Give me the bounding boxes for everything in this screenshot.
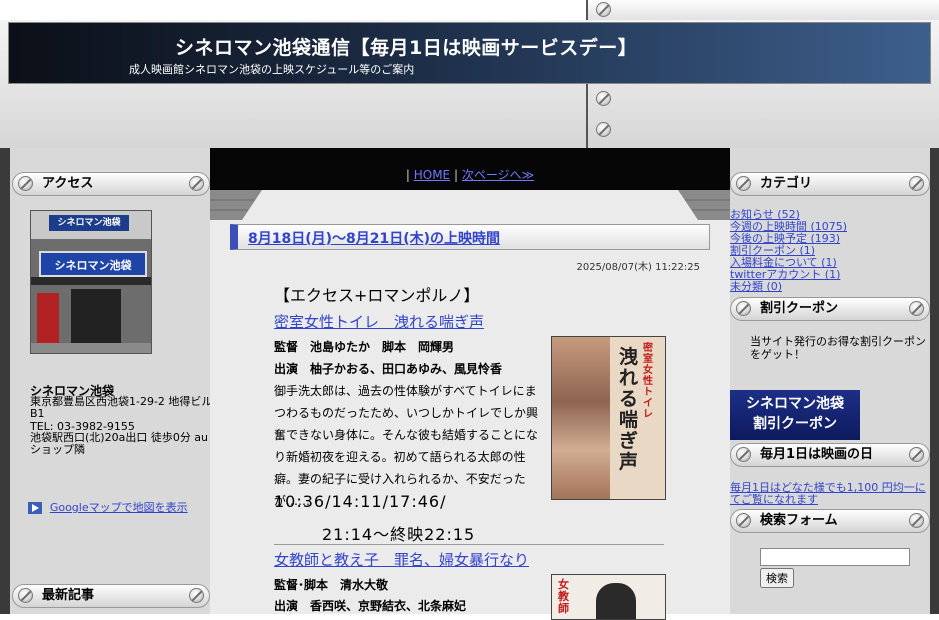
site-description: 成人映画館シネロマン池袋の上映スケジュール等のご案内 xyxy=(129,63,415,76)
site-title[interactable]: シネロマン池袋通信【毎月1日は映画サービスデー】 xyxy=(175,33,637,60)
screw-icon xyxy=(736,301,751,316)
screw-icon xyxy=(596,91,611,106)
film1-title-link[interactable]: 密室女性トイレ 洩れる喘ぎ声 xyxy=(274,311,484,332)
map-link-row: Googleマップで地図を表示 xyxy=(28,499,188,515)
access-widget-title: アクセス xyxy=(12,172,210,196)
movie-day-heading: 毎月1日は映画の日 xyxy=(760,447,874,462)
post-title-bar: 8月18日(月)～8月21日(木)の上映時間 xyxy=(230,224,710,250)
recent-posts-heading: 最新記事 xyxy=(42,588,95,603)
screw-icon xyxy=(18,176,33,191)
pager-nav: | HOME | 次ページへ≫ xyxy=(210,166,730,183)
header-banner: シネロマン池袋通信【毎月1日は映画サービスデー】 成人映画館シネロマン池袋の上映… xyxy=(8,22,931,84)
film2-cast: 出演 香西咲、京野結衣、北条麻妃 xyxy=(274,599,467,613)
photo-sign-main: シネロマン池袋 xyxy=(39,251,147,277)
google-map-link[interactable]: Googleマップで地図を表示 xyxy=(50,501,188,514)
categories-heading: カテゴリ xyxy=(760,176,813,191)
screw-icon xyxy=(909,447,924,462)
screw-icon xyxy=(909,301,924,316)
film1-poster-title: 洩れる喘ぎ声 xyxy=(619,346,639,473)
nav-separator: | xyxy=(453,168,458,182)
film1-showtimes-last: 21:14～終映22:15 xyxy=(322,525,476,544)
home-link[interactable]: HOME xyxy=(414,168,450,182)
theater-directions: 池袋駅西口(北)20a出口 徒歩0分 auショップ隣 xyxy=(30,431,209,456)
film1-poster-subtitle: 密室女性トイレ xyxy=(643,343,653,420)
categories-widget-title: カテゴリ xyxy=(730,172,930,196)
screw-icon xyxy=(189,588,204,603)
coupon-text: 当サイト発行のお得な割引クーポンをゲット！ xyxy=(750,335,926,361)
film1-cast: 出演 柚子かおる、田口あゆみ、風見怜香 xyxy=(274,362,503,376)
post-frame-decoration xyxy=(210,190,730,220)
post-title-link[interactable]: 8月18日(月)～8月21日(木)の上映時間 xyxy=(248,228,500,248)
left-sidebar: アクセス シネロマン池袋 シネロマン池袋 シネロマン池袋 東京都豊島区西池袋1-… xyxy=(10,148,212,614)
screw-icon xyxy=(596,2,611,17)
screw-icon xyxy=(18,588,33,603)
search-widget-title: 検索フォーム xyxy=(730,509,930,533)
screw-icon xyxy=(736,513,751,528)
search-heading: 検索フォーム xyxy=(760,513,838,528)
film-divider xyxy=(274,544,664,545)
screw-icon xyxy=(189,176,204,191)
theater-photo: シネロマン池袋 シネロマン池袋 xyxy=(30,210,152,354)
photo-sign-top: シネロマン池袋 xyxy=(49,215,129,231)
film1-showtimes: 10:36/14:11/17:46/ xyxy=(274,492,447,511)
header: シネロマン池袋通信【毎月1日は映画サービスデー】 成人映画館シネロマン池袋の上映… xyxy=(0,20,939,148)
film2-poster[interactable]: 女教師 xyxy=(551,574,666,620)
coupon-banner-line2: 割引クーポン xyxy=(753,416,837,432)
screw-icon xyxy=(909,513,924,528)
main-content: | HOME | 次ページへ≫ 8月18日(月)～8月21日(木)の上映時間 2… xyxy=(210,148,730,620)
post-date: 2025/08/07(木) 11:22:25 xyxy=(576,262,700,273)
category-list: お知らせ (52) 今週の上映時間 (1075) 今後の上映予定 (193) 割… xyxy=(730,209,847,293)
category-item[interactable]: 未分類 (0) xyxy=(730,281,847,293)
coupon-banner-line1: シネロマン池袋 xyxy=(746,396,844,412)
search-button[interactable]: 検索 xyxy=(760,568,794,588)
film1-poster[interactable]: 密室女性トイレ 洩れる喘ぎ声 xyxy=(551,336,666,500)
search-input[interactable] xyxy=(760,548,910,566)
movie-day-link[interactable]: 毎月1日はどなた様でも1,100 円均一にてご覧になれます xyxy=(730,482,930,506)
film2-credits: 監督･脚本 清水大敬 xyxy=(274,578,389,592)
top-steel-panel xyxy=(586,0,939,20)
header-divider xyxy=(586,84,588,148)
play-arrow-icon xyxy=(28,501,42,514)
movie-day-widget-title: 毎月1日は映画の日 xyxy=(730,443,930,467)
post-section-heading: 【エクセス+ロマンポルノ】 xyxy=(274,286,480,305)
top-strip xyxy=(0,0,939,20)
coupon-heading: 割引クーポン xyxy=(760,301,839,316)
film2-title-link[interactable]: 女教師と教え子 罪名、婦女暴行なり xyxy=(274,549,529,570)
screw-icon xyxy=(909,176,924,191)
main-top-band: | HOME | 次ページへ≫ xyxy=(210,148,730,190)
coupon-banner[interactable]: シネロマン池袋 割引クーポン xyxy=(730,390,860,440)
access-heading: アクセス xyxy=(42,176,94,191)
screw-icon xyxy=(736,176,751,191)
right-sidebar: カテゴリ お知らせ (52) 今週の上映時間 (1075) 今後の上映予定 (1… xyxy=(730,148,930,614)
theater-address: 東京都豊島区西池袋1-29-2 地得ビルB1 xyxy=(30,395,213,420)
film2-poster-title: 女教師 xyxy=(558,578,569,615)
film1-credits: 監督 池島ゆたか 脚本 岡輝男 xyxy=(274,340,455,354)
screw-icon xyxy=(736,447,751,462)
coupon-widget-title: 割引クーポン xyxy=(730,297,930,321)
nav-separator: | xyxy=(405,168,410,182)
next-page-link[interactable]: 次ページへ≫ xyxy=(462,168,534,182)
screw-icon xyxy=(596,122,611,137)
recent-posts-widget-title: 最新記事 xyxy=(12,584,210,608)
